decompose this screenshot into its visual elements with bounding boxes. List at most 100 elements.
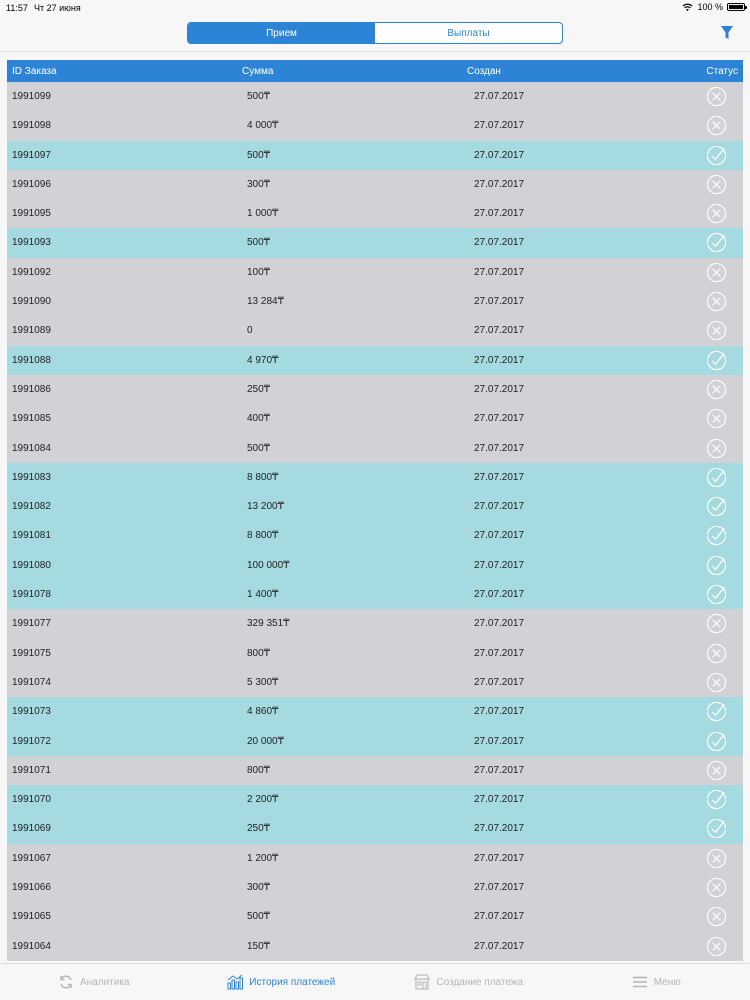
- row-date: 27.07.2017: [474, 325, 525, 337]
- table-row[interactable]: 1991066 300₸ 27.07.2017: [7, 873, 743, 903]
- row-date: 27.07.2017: [474, 208, 525, 220]
- row-sum: 800₸: [247, 764, 271, 776]
- row-id: 1991084: [12, 442, 51, 454]
- check-circle-icon: [706, 818, 727, 839]
- table-row[interactable]: 1991093 500₸ 27.07.2017: [7, 228, 743, 258]
- cross-circle-icon: [706, 760, 727, 781]
- row-id: 1991089: [12, 325, 51, 337]
- row-date: 27.07.2017: [474, 882, 525, 894]
- refresh-icon: [58, 974, 74, 990]
- filter-icon[interactable]: [720, 25, 734, 41]
- row-id: 1991085: [12, 413, 51, 425]
- row-sum: 8 800₸: [247, 530, 279, 542]
- table-row[interactable]: 1991099 500₸ 27.07.2017: [7, 82, 743, 112]
- table-row[interactable]: 1991088 4 970₸ 27.07.2017: [7, 345, 743, 375]
- row-id: 1991077: [12, 618, 51, 630]
- row-id: 1991071: [12, 764, 51, 776]
- check-circle-icon: [706, 145, 727, 166]
- row-date: 27.07.2017: [474, 559, 525, 571]
- header-id: ID Заказа: [12, 66, 57, 77]
- row-date: 27.07.2017: [474, 178, 525, 190]
- row-sum: 500₸: [247, 911, 271, 923]
- table-row[interactable]: 1991078 1 400₸ 27.07.2017: [7, 580, 743, 610]
- row-id: 1991065: [12, 911, 51, 923]
- row-sum: 4 860₸: [247, 706, 279, 718]
- wifi-icon: [682, 3, 693, 11]
- table-row[interactable]: 1991080 100 000₸ 27.07.2017: [7, 550, 743, 581]
- table-row[interactable]: 1991081 8 800₸ 27.07.2017: [7, 521, 743, 551]
- table-row[interactable]: 1991098 4 000₸ 27.07.2017: [7, 111, 743, 141]
- table-row[interactable]: 1991082 13 200₸ 27.07.2017: [7, 492, 743, 522]
- table-row[interactable]: 1991085 400₸ 27.07.2017: [7, 404, 743, 434]
- table-row[interactable]: 1991074 5 300₸ 27.07.2017: [7, 667, 743, 698]
- row-sum: 5 300₸: [247, 676, 279, 688]
- row-sum: 300₸: [247, 178, 271, 190]
- tab-bar-chart[interactable]: История платежей: [188, 964, 376, 1000]
- row-id: 1991083: [12, 471, 51, 483]
- row-date: 27.07.2017: [474, 91, 525, 102]
- table-row[interactable]: 1991072 20 000₸ 27.07.2017: [7, 726, 743, 756]
- tab-priem[interactable]: Прием: [188, 23, 375, 43]
- table-header: ID Заказа Сумма Создан Статус: [7, 60, 743, 82]
- row-id: 1991086: [12, 383, 51, 395]
- row-id: 1991070: [12, 794, 51, 806]
- row-date: 27.07.2017: [474, 530, 525, 542]
- cross-circle-icon: [706, 379, 727, 400]
- row-sum: 250₸: [247, 383, 271, 395]
- check-circle-icon: [706, 496, 727, 517]
- table-row[interactable]: 1991069 250₸ 27.07.2017: [7, 814, 743, 844]
- row-id: 1991080: [12, 559, 51, 571]
- row-sum: 4 970₸: [247, 354, 279, 366]
- cross-circle-icon: [706, 906, 727, 927]
- row-id: 1991081: [12, 530, 51, 542]
- check-circle-icon: [706, 584, 727, 605]
- tab-refresh[interactable]: Аналитика: [0, 964, 188, 1000]
- row-date: 27.07.2017: [474, 120, 525, 132]
- table-row[interactable]: 1991086 250₸ 27.07.2017: [7, 374, 743, 405]
- table-row[interactable]: 1991097 500₸ 27.07.2017: [7, 140, 743, 170]
- header-created: Создан: [467, 66, 501, 77]
- row-date: 27.07.2017: [474, 589, 525, 601]
- table-row[interactable]: 1991065 500₸ 27.07.2017: [7, 902, 743, 932]
- table-row[interactable]: 1991067 1 200₸ 27.07.2017: [7, 843, 743, 874]
- table-row[interactable]: 1991070 2 200₸ 27.07.2017: [7, 785, 743, 815]
- row-date: 27.07.2017: [474, 735, 525, 747]
- row-date: 27.07.2017: [474, 940, 525, 952]
- row-sum: 13 200₸: [247, 501, 284, 513]
- table-row[interactable]: 1991095 1 000₸ 27.07.2017: [7, 199, 743, 229]
- row-sum: 500₸: [247, 149, 271, 161]
- table-row[interactable]: 1991096 300₸ 27.07.2017: [7, 169, 743, 200]
- table-row[interactable]: 1991083 8 800₸ 27.07.2017: [7, 462, 743, 493]
- row-sum: 4 000₸: [247, 120, 279, 132]
- cross-circle-icon: [706, 438, 727, 459]
- tab-store[interactable]: Создание платежа: [375, 964, 563, 1000]
- status-date: Чт 27 июня: [34, 3, 81, 13]
- row-date: 27.07.2017: [474, 413, 525, 425]
- table-row[interactable]: 1991084 500₸ 27.07.2017: [7, 433, 743, 463]
- row-sum: 300₸: [247, 882, 271, 894]
- row-sum: 1 000₸: [247, 208, 279, 220]
- battery-icon: [727, 3, 747, 11]
- status-right: 100 %: [682, 2, 747, 12]
- row-date: 27.07.2017: [474, 852, 525, 864]
- row-id: 1991064: [12, 940, 51, 952]
- row-date: 27.07.2017: [474, 149, 525, 161]
- row-sum: 500₸: [247, 237, 271, 249]
- table-body: 1991099 500₸ 27.07.2017 1991098 4 000₸ 27.07.…: [7, 82, 743, 961]
- table-row[interactable]: 1991071 800₸ 27.07.2017: [7, 755, 743, 786]
- table-row[interactable]: 1991077 329 351₸ 27.07.2017: [7, 609, 743, 639]
- cross-circle-icon: [706, 86, 727, 107]
- bar-chart-icon: [227, 974, 244, 990]
- table-row[interactable]: 1991089 0 27.07.2017: [7, 316, 743, 346]
- table-row[interactable]: 1991090 13 284₸ 27.07.2017: [7, 287, 743, 317]
- row-id: 1991098: [12, 120, 51, 132]
- table-row[interactable]: 1991075 800₸ 27.07.2017: [7, 638, 743, 668]
- row-date: 27.07.2017: [474, 823, 525, 835]
- table-row[interactable]: 1991092 100₸ 27.07.2017: [7, 257, 743, 288]
- table-row[interactable]: 1991064 150₸ 27.07.2017: [7, 931, 743, 961]
- tab-vyplaty[interactable]: Выплаты: [375, 23, 562, 43]
- table-row[interactable]: 1991073 4 860₸ 27.07.2017: [7, 697, 743, 727]
- cross-circle-icon: [706, 408, 727, 429]
- tab-menu[interactable]: Меню: [563, 964, 750, 1000]
- row-sum: 100₸: [247, 266, 271, 278]
